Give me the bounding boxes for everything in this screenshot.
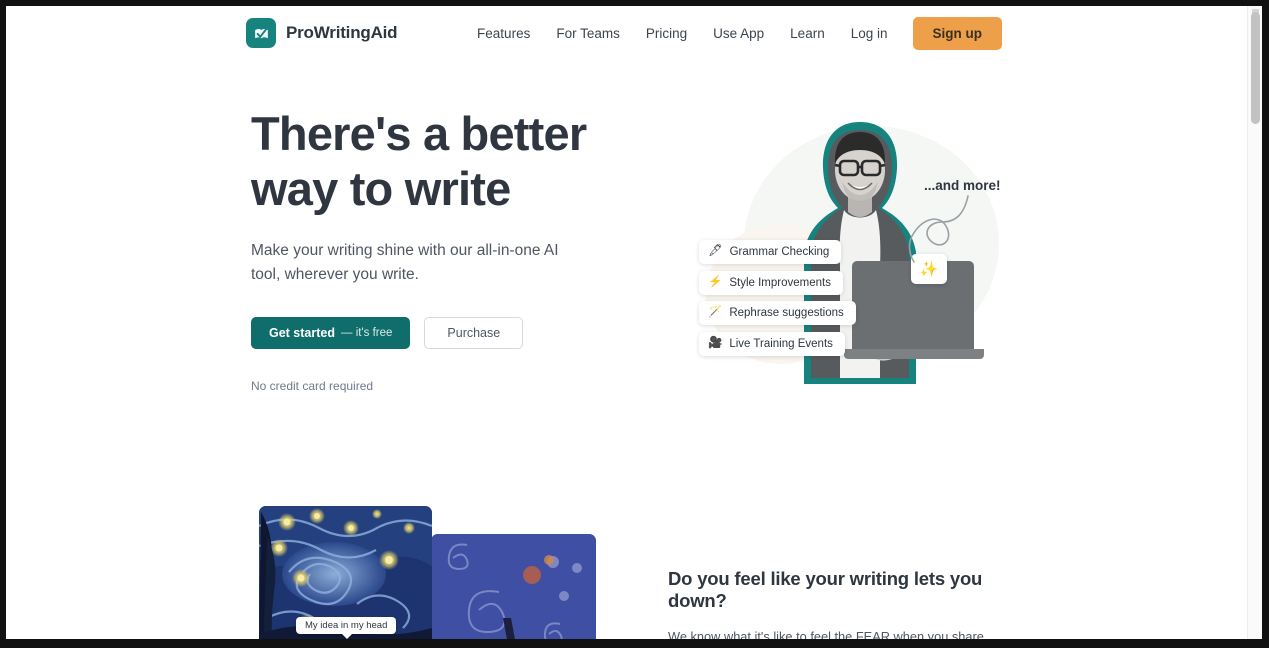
nav-item-use-app[interactable]: Use App: [700, 17, 777, 50]
section-writing-lets-you-down: Do you feel like your writing lets you d…: [668, 568, 1018, 639]
and-more-annotation: ...and more!: [924, 178, 1001, 193]
lightning-bolt-icon: ⚡: [708, 276, 723, 289]
hero-copy-block: There's a better way to write Make your …: [251, 106, 641, 393]
scrollbar-thumb[interactable]: [1251, 12, 1260, 124]
idea-caption-bubble: My idea in my head: [296, 617, 397, 639]
laptop-base: [844, 349, 984, 359]
sketch-version-image: [431, 534, 596, 639]
feature-label: Live Training Events: [729, 338, 833, 350]
magic-wand-icon: 🪄: [708, 306, 723, 319]
brand-logo[interactable]: ProWritingAid: [246, 18, 398, 48]
browser-viewport: ProWritingAid Features For Teams Pricing…: [0, 0, 1269, 648]
no-credit-card-note: No credit card required: [251, 378, 374, 393]
feature-label: Rephrase suggestions: [729, 307, 844, 319]
section-heading: Do you feel like your writing lets you d…: [668, 568, 983, 611]
sign-up-button[interactable]: Sign up: [912, 17, 1002, 50]
site-header: ProWritingAid Features For Teams Pricing…: [6, 6, 1247, 62]
main-navigation: Features For Teams Pricing Use App Learn…: [464, 17, 1002, 50]
get-started-button[interactable]: Get started — it's free: [251, 316, 411, 349]
feature-card-rephrase-suggestions: 🪄 Rephrase suggestions: [699, 301, 856, 325]
brand-name: ProWritingAid: [286, 23, 398, 42]
hero-title-line-2: way to write: [251, 162, 511, 216]
pointer-squiggle-icon: [908, 195, 969, 263]
hero-title-line-1: There's a better: [251, 107, 587, 160]
prowritingaid-logo-icon: [246, 18, 276, 48]
hero-cta-group: Get started — it's free Purchase: [251, 316, 641, 349]
movie-camera-icon: 🎥: [708, 337, 723, 350]
nav-item-for-teams[interactable]: For Teams: [543, 17, 633, 50]
section-body-text: We know what it's like to feel the FEAR …: [668, 629, 984, 639]
get-started-free-label: — it's free: [341, 326, 393, 339]
nav-item-pricing[interactable]: Pricing: [633, 17, 700, 50]
get-started-label: Get started: [269, 325, 335, 340]
feature-label: Style Improvements: [729, 277, 831, 289]
quill-pen-icon: 🖋: [708, 245, 723, 258]
window-chrome-bottom: [0, 639, 1269, 648]
hero-subtitle: Make your writing shine with our all-in-…: [251, 241, 559, 283]
hero-illustration: ✨ ...and more! 🖋 Grammar Checking ⚡ Styl…: [666, 104, 1026, 404]
idea-comparison-illustration: My idea in my head: [251, 500, 596, 639]
page-scrollbar[interactable]: [1247, 6, 1262, 639]
purchase-button[interactable]: Purchase: [424, 316, 524, 349]
feature-label: Grammar Checking: [729, 246, 830, 258]
feature-card-live-training-events: 🎥 Live Training Events: [699, 332, 845, 356]
feature-card-style-improvements: ⚡ Style Improvements: [699, 271, 843, 295]
feature-card-grammar-checking: 🖋 Grammar Checking: [699, 240, 842, 264]
page-title: There's a better way to write: [251, 106, 641, 217]
nav-item-learn[interactable]: Learn: [777, 17, 838, 50]
page-content: ProWritingAid Features For Teams Pricing…: [6, 6, 1262, 639]
nav-item-log-in[interactable]: Log in: [838, 17, 901, 50]
nav-item-features[interactable]: Features: [464, 17, 543, 50]
